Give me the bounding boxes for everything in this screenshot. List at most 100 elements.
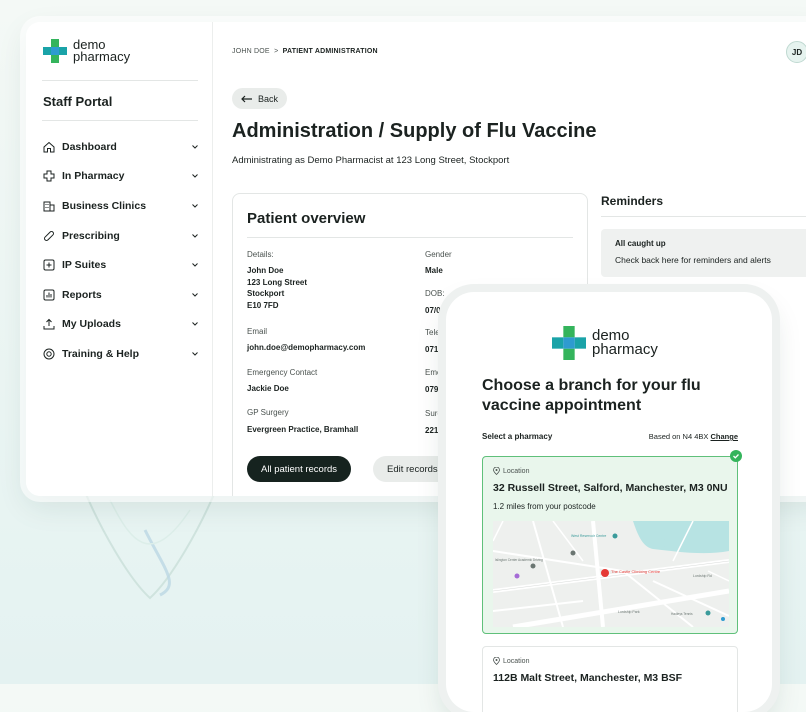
pin-icon [493, 467, 500, 475]
back-button[interactable]: Back [232, 88, 288, 109]
chevron-down-icon [190, 260, 200, 270]
based-on-text: Based on N4 4BX [648, 432, 709, 441]
pin-icon [493, 657, 500, 665]
plus-box-icon [42, 258, 56, 272]
sidebar-item-label: Prescribing [62, 229, 120, 242]
sidebar-item-label: Dashboard [62, 140, 117, 153]
phone-title: Choose a branch for your flu vaccine app… [482, 377, 701, 414]
brand-cross-icon [552, 326, 586, 360]
select-pharmacy-label: Select a pharmacy [482, 432, 553, 441]
map-shop-label: Hadleys Tennis [671, 612, 693, 616]
reminders-heading: All caught up [615, 239, 666, 248]
location-card-selected[interactable]: Location 32 Russell Street, Salford, Man… [482, 456, 738, 634]
sidebar-item-training-help[interactable]: Training & Help [42, 339, 200, 369]
upload-icon [42, 317, 56, 331]
gp-surgery-value: Evergreen Practice, Bramhall [247, 425, 359, 434]
location-tag-label: Location [503, 467, 530, 475]
brand-line2: pharmacy [73, 49, 131, 64]
divider [42, 120, 198, 121]
location-tag: Location [493, 467, 529, 475]
sidebar-item-dashboard[interactable]: Dashboard [42, 132, 200, 162]
map-street-label: Lordship Park [618, 610, 640, 614]
phone-brand-logo: demo pharmacy [552, 326, 658, 360]
surgery-address-value: 221, S [425, 426, 449, 435]
divider [42, 80, 198, 81]
sidebar-item-label: My Uploads [62, 318, 121, 331]
breadcrumb-separator: > [274, 48, 279, 55]
sidebar-item-my-uploads[interactable]: My Uploads [42, 310, 200, 340]
all-patient-records-button[interactable]: All patient records [247, 456, 352, 482]
map-river-label: West Reservoir Centre [571, 534, 606, 538]
breadcrumb-root[interactable]: JOHN DOE [232, 48, 270, 55]
arrow-left-icon [241, 95, 252, 102]
email-label: Email [247, 327, 268, 336]
telephone-value: 0712 [425, 345, 443, 354]
gp-surgery-label: GP Surgery [247, 408, 289, 417]
reminders-text: Check back here for reminders and alerts [615, 255, 771, 265]
brand-line2: pharmacy [592, 341, 658, 358]
location-map[interactable]: The Castle Climbing Centre West Reservoi… [493, 521, 729, 627]
location-card[interactable]: Location 112B Malt Street, Manchester, M… [482, 646, 738, 712]
location-tag-label: Location [503, 657, 530, 665]
email-value: john.doe@demopharmacy.com [247, 343, 366, 352]
portal-title: Staff Portal [43, 94, 113, 109]
chevron-down-icon [190, 201, 200, 211]
surgery-address-label: Surg [425, 409, 442, 418]
sidebar-item-label: Training & Help [62, 347, 140, 360]
back-label: Back [258, 93, 279, 104]
sidebar-item-label: Reports [62, 288, 102, 301]
map-poi-label: The Castle Climbing Centre [611, 569, 661, 574]
chevron-down-icon [190, 319, 200, 329]
sidebar-item-reports[interactable]: Reports [42, 280, 200, 310]
sidebar-item-in-pharmacy[interactable]: In Pharmacy [42, 162, 200, 192]
gender-value: Male [425, 266, 443, 275]
dob-label: DOB: [425, 289, 445, 298]
home-icon [42, 140, 56, 154]
divider [247, 237, 573, 238]
sidebar-item-label: In Pharmacy [62, 170, 125, 183]
phone-mockup: demo pharmacy Choose a branch for your f… [446, 292, 772, 712]
map-station-label: Lordship Rd [693, 574, 712, 578]
dob-value: 07/0 [425, 306, 441, 315]
page-title: Administration / Supply of Flu Vaccine [232, 120, 597, 142]
location-address: 32 Russell Street, Salford, Manchester, … [493, 482, 728, 494]
sidebar-item-label: IP Suites [62, 259, 107, 272]
location-tag: Location [493, 657, 529, 665]
brand-cross-icon [43, 39, 67, 63]
sidebar-item-business-clinics[interactable]: Business Clinics [42, 191, 200, 221]
chevron-down-icon [190, 171, 200, 181]
change-postcode-link[interactable]: Change [710, 432, 738, 441]
chevron-down-icon [190, 349, 200, 359]
edit-records-button[interactable]: Edit records [373, 456, 452, 482]
overview-title: Patient overview [247, 210, 366, 227]
emergency-phone-label: Eme [425, 368, 442, 377]
sidebar: demo pharmacy Staff Portal Dashboard In … [26, 22, 213, 496]
chevron-down-icon [190, 142, 200, 152]
postcode-info: Based on N4 4BX Change [649, 432, 738, 441]
sidebar-item-prescribing[interactable]: Prescribing [42, 221, 200, 251]
page-subtitle: Administrating as Demo Pharmacist at 123… [232, 155, 510, 166]
divider [601, 216, 806, 217]
sidebar-item-label: Business Clinics [62, 199, 147, 212]
breadcrumb: JOHN DOE > PATIENT ADMINISTRATION [232, 48, 378, 55]
cross-icon [42, 169, 56, 183]
chevron-down-icon [190, 231, 200, 241]
details-label: Details: [247, 250, 274, 259]
details-value: John Doe 123 Long Street Stockport E10 7… [247, 266, 308, 310]
brand-logo[interactable]: demo pharmacy [43, 38, 131, 64]
reminders-card: All caught up Check back here for remind… [601, 229, 806, 277]
map-marker-icon [601, 569, 609, 577]
building-icon [42, 199, 56, 213]
sidebar-nav: Dashboard In Pharmacy Business Clinics P… [42, 132, 200, 369]
lifebuoy-icon [42, 347, 56, 361]
map-school-label: Islington Center Academic Driving [495, 558, 543, 562]
emergency-contact-value: Jackie Doe [247, 384, 289, 393]
avatar[interactable]: JD [786, 41, 806, 63]
emergency-phone-value: 0796 [425, 385, 443, 394]
emergency-contact-label: Emergency Contact [247, 368, 318, 377]
location-distance: 1.2 miles from your postcode [493, 502, 596, 511]
chevron-down-icon [190, 290, 200, 300]
sidebar-item-ip-suites[interactable]: IP Suites [42, 250, 200, 280]
gender-label: Gender [425, 250, 452, 259]
chart-icon [42, 288, 56, 302]
